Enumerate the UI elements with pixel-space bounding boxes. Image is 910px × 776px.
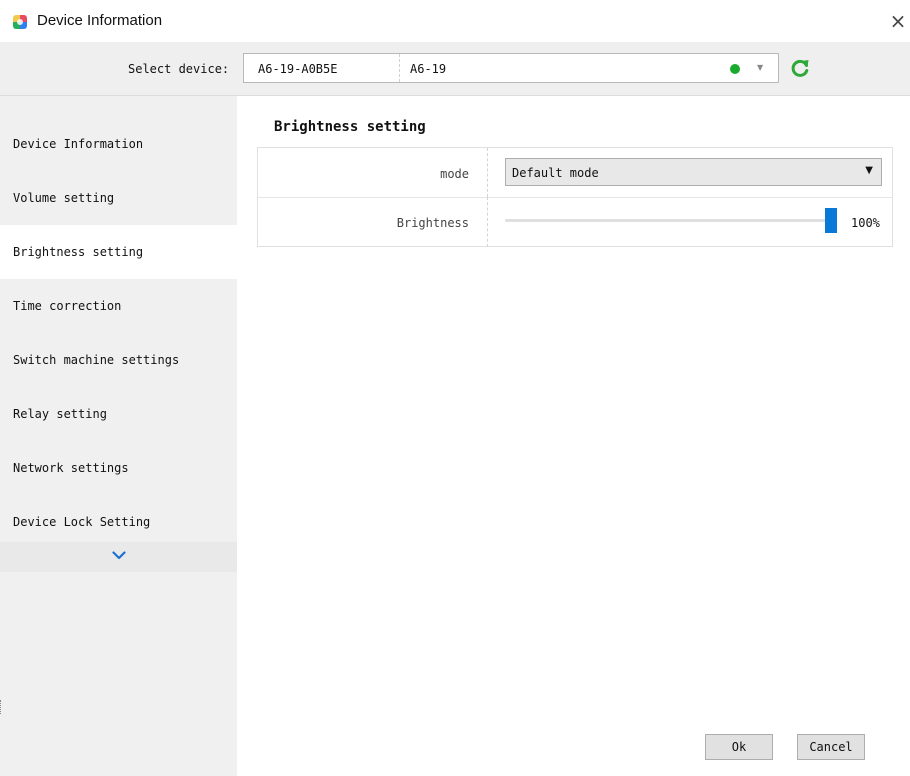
sidebar-item-label: Device Information bbox=[13, 137, 144, 151]
brightness-row: Brightness 100% bbox=[258, 197, 892, 247]
page-title: Brightness setting bbox=[274, 119, 426, 135]
brightness-label: Brightness bbox=[396, 216, 469, 230]
mode-selected-value: Default mode bbox=[512, 166, 599, 180]
settings-sidebar: Device Information Volume setting Bright… bbox=[0, 96, 237, 776]
brightness-slider-handle[interactable] bbox=[825, 208, 837, 233]
device-divider bbox=[399, 54, 401, 82]
sidebar-item-device-information[interactable]: Device Information bbox=[0, 117, 237, 171]
device-select[interactable]: A6-19-A0B5E A6-19 ▼ bbox=[243, 53, 779, 83]
refresh-icon[interactable] bbox=[788, 56, 812, 80]
window-title: Device Information bbox=[37, 12, 163, 29]
chevron-down-icon: ▼ bbox=[865, 165, 873, 176]
window-edge-marker bbox=[0, 700, 3, 714]
brightness-settings-table: mode Default mode ▼ Brightness 100% bbox=[257, 147, 893, 247]
sidebar-item-label: Relay setting bbox=[13, 407, 107, 421]
close-button[interactable]: × bbox=[886, 8, 910, 34]
sidebar-item-device-lock-setting[interactable]: Device Lock Setting bbox=[0, 495, 237, 549]
row-divider bbox=[487, 197, 489, 247]
cancel-button[interactable]: Cancel bbox=[797, 734, 865, 760]
chevron-down-icon bbox=[112, 551, 126, 560]
sidebar-item-network-settings[interactable]: Network settings bbox=[0, 441, 237, 495]
sidebar-item-label: Network settings bbox=[13, 461, 129, 475]
sidebar-item-switch-machine-settings[interactable]: Switch machine settings bbox=[0, 333, 237, 387]
sidebar-item-time-correction[interactable]: Time correction bbox=[0, 279, 237, 333]
mode-dropdown[interactable]: Default mode ▼ bbox=[505, 158, 882, 186]
sidebar-item-label: Volume setting bbox=[13, 191, 115, 205]
app-icon bbox=[13, 15, 27, 29]
sidebar-more-button[interactable] bbox=[0, 542, 237, 572]
sidebar-item-label: Time correction bbox=[13, 299, 122, 313]
row-divider bbox=[487, 148, 489, 197]
sidebar-item-relay-setting[interactable]: Relay setting bbox=[0, 387, 237, 441]
brightness-value: 100% bbox=[851, 216, 880, 230]
brightness-slider[interactable] bbox=[505, 219, 837, 222]
device-id: A6-19-A0B5E bbox=[258, 62, 338, 76]
device-name: A6-19 bbox=[410, 62, 447, 76]
mode-label: mode bbox=[440, 167, 469, 181]
sidebar-item-volume-setting[interactable]: Volume setting bbox=[0, 171, 237, 225]
sidebar-item-label: Switch machine settings bbox=[13, 353, 180, 367]
dropdown-caret-icon[interactable]: ▼ bbox=[757, 63, 763, 72]
sidebar-item-label: Device Lock Setting bbox=[13, 515, 151, 529]
title-bar: Device Information × bbox=[0, 0, 910, 42]
device-bar: Select device: A6-19-A0B5E A6-19 ▼ bbox=[0, 42, 910, 96]
sidebar-item-label: Brightness setting bbox=[13, 245, 144, 259]
sidebar-item-brightness-setting[interactable]: Brightness setting bbox=[0, 225, 237, 279]
online-status-dot-icon bbox=[730, 64, 740, 74]
mode-row: mode Default mode ▼ bbox=[258, 148, 892, 198]
select-device-label: Select device: bbox=[128, 62, 230, 76]
ok-button[interactable]: Ok bbox=[705, 734, 773, 760]
sidebar-empty-area bbox=[0, 572, 237, 776]
